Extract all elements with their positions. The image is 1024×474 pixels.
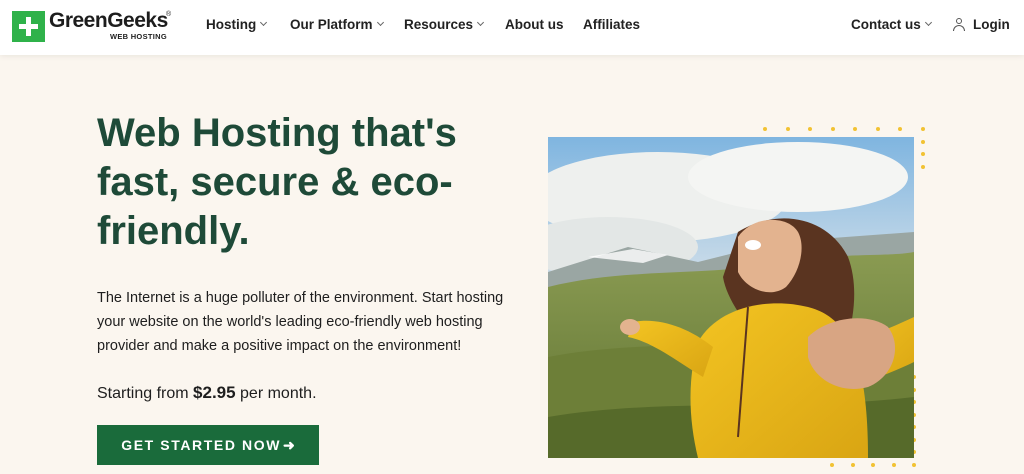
decorative-dot xyxy=(920,139,925,144)
nav-about-us[interactable]: About us xyxy=(505,17,564,32)
hero-title-line-3: friendly. xyxy=(97,209,250,253)
decorative-dot xyxy=(830,462,834,467)
price-prefix: Starting from xyxy=(97,385,194,402)
decorative-dot xyxy=(920,164,925,169)
login-label: Login xyxy=(973,17,1010,32)
nav-hosting[interactable]: Hosting xyxy=(206,17,268,32)
login-link[interactable]: Login xyxy=(953,17,1010,32)
decorative-dot xyxy=(763,127,767,131)
nav-resources-label: Resources xyxy=(404,17,474,32)
nav-contact-us[interactable]: Contact us xyxy=(851,17,932,32)
decorative-dot xyxy=(871,462,875,467)
decorative-dot xyxy=(808,127,812,131)
plus-logo-icon xyxy=(12,11,45,42)
decorative-dot xyxy=(898,127,902,131)
nav-contact-label: Contact us xyxy=(851,17,921,32)
decorative-dot xyxy=(830,127,835,131)
decorative-dot xyxy=(891,462,896,467)
hero-photo-woman-in-yellow-jacket xyxy=(548,137,914,458)
site-header: GreenGeeks ® WEB HOSTING Hosting Our Pla… xyxy=(0,0,1024,55)
hero-title-line-1: Web Hosting that's xyxy=(97,111,457,155)
hero-photo-illustration xyxy=(548,137,914,458)
decorative-dot xyxy=(850,462,855,467)
brand-tagline: WEB HOSTING xyxy=(109,32,167,41)
brand-name: GreenGeeks xyxy=(49,9,168,32)
nav-affiliates-label: Affiliates xyxy=(583,17,641,32)
price-line: Starting from $2.95 per month. xyxy=(97,383,317,403)
nav-about-label: About us xyxy=(505,17,564,32)
chevron-down-icon xyxy=(376,18,384,27)
decorative-dot xyxy=(875,127,880,131)
get-started-button[interactable]: GET STARTED NOW ➜ xyxy=(97,425,319,465)
chevron-down-icon xyxy=(477,18,485,27)
price-suffix: per month. xyxy=(235,385,317,402)
hero-title: Web Hosting that's fast, secure & eco- f… xyxy=(97,109,517,256)
hero-title-line-2: fast, secure & eco- xyxy=(97,160,453,204)
nav-resources[interactable]: Resources xyxy=(404,17,485,32)
hero-description: The Internet is a huge polluter of the e… xyxy=(97,290,504,354)
decorative-dot xyxy=(912,462,916,467)
decorative-dot xyxy=(920,127,925,131)
greengeeks-logo[interactable]: GreenGeeks ® WEB HOSTING xyxy=(12,9,172,42)
chevron-down-icon xyxy=(260,18,268,27)
registered-mark: ® xyxy=(166,11,172,18)
decorative-dot xyxy=(853,127,857,131)
user-icon xyxy=(953,18,965,31)
nav-hosting-label: Hosting xyxy=(206,17,257,32)
chevron-down-icon xyxy=(924,18,932,27)
decorative-dot xyxy=(920,152,925,156)
nav-affiliates[interactable]: Affiliates xyxy=(583,17,640,32)
decorative-dot xyxy=(785,127,790,131)
nav-platform-label: Our Platform xyxy=(290,17,373,32)
price-value: $2.95 xyxy=(193,383,236,402)
get-started-label: GET STARTED NOW xyxy=(121,437,282,453)
nav-our-platform[interactable]: Our Platform xyxy=(290,17,384,32)
arrow-right-icon: ➜ xyxy=(283,436,295,453)
